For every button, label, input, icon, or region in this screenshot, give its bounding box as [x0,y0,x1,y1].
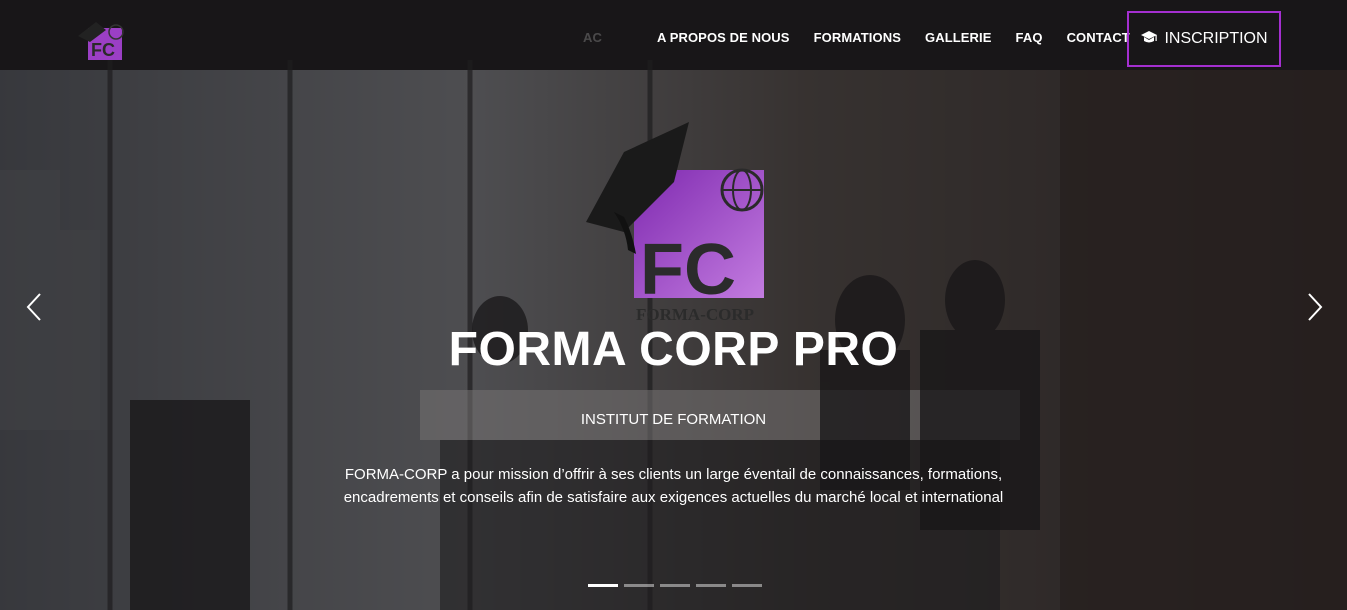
main-nav: AC A PROPOS DE NOUS FORMATIONS GALLERIE … [583,30,1154,45]
carousel-indicator[interactable] [624,584,654,587]
nav-item-faq[interactable]: FAQ [1016,30,1043,45]
chevron-left-icon [26,293,41,321]
carousel-indicator[interactable] [660,584,690,587]
nav-item-accueil[interactable]: AC [583,30,602,45]
hero-title: FORMA CORP PRO [448,323,899,376]
inscription-button[interactable]: INSCRIPTION [1127,11,1281,67]
carousel-indicator[interactable] [696,584,726,587]
chevron-right-icon [1308,293,1323,321]
carousel-prev-button[interactable] [24,292,44,322]
carousel-indicator[interactable] [588,584,618,587]
center-logo: FC FORMA-CORP [584,122,768,328]
nav-item-gallerie[interactable]: GALLERIE [925,30,992,45]
carousel-indicator[interactable] [732,584,762,587]
nav-item-formations[interactable]: FORMATIONS [814,30,901,45]
hero-subtitle: INSTITUT DE FORMATION [580,411,767,428]
nav-item-contact[interactable]: CONTACT [1067,30,1130,45]
graduation-cap-icon [1140,30,1158,49]
navbar: FC AC A PROPOS DE NOUS FORMATIONS GALLER… [0,0,1347,80]
svg-text:FC: FC [91,40,115,60]
logo-letters: FC [640,230,736,310]
brand-logo[interactable]: FC [78,22,126,66]
nav-item-a-propos[interactable]: A PROPOS DE NOUS [657,30,790,45]
carousel-indicators [588,584,762,587]
hero-description: FORMA-CORP a pour mission d’offrir à ses… [343,466,1004,506]
inscription-label: INSCRIPTION [1164,30,1268,47]
hero-carousel: FC AC A PROPOS DE NOUS FORMATIONS GALLER… [0,0,1347,610]
carousel-next-button[interactable] [1305,292,1325,322]
